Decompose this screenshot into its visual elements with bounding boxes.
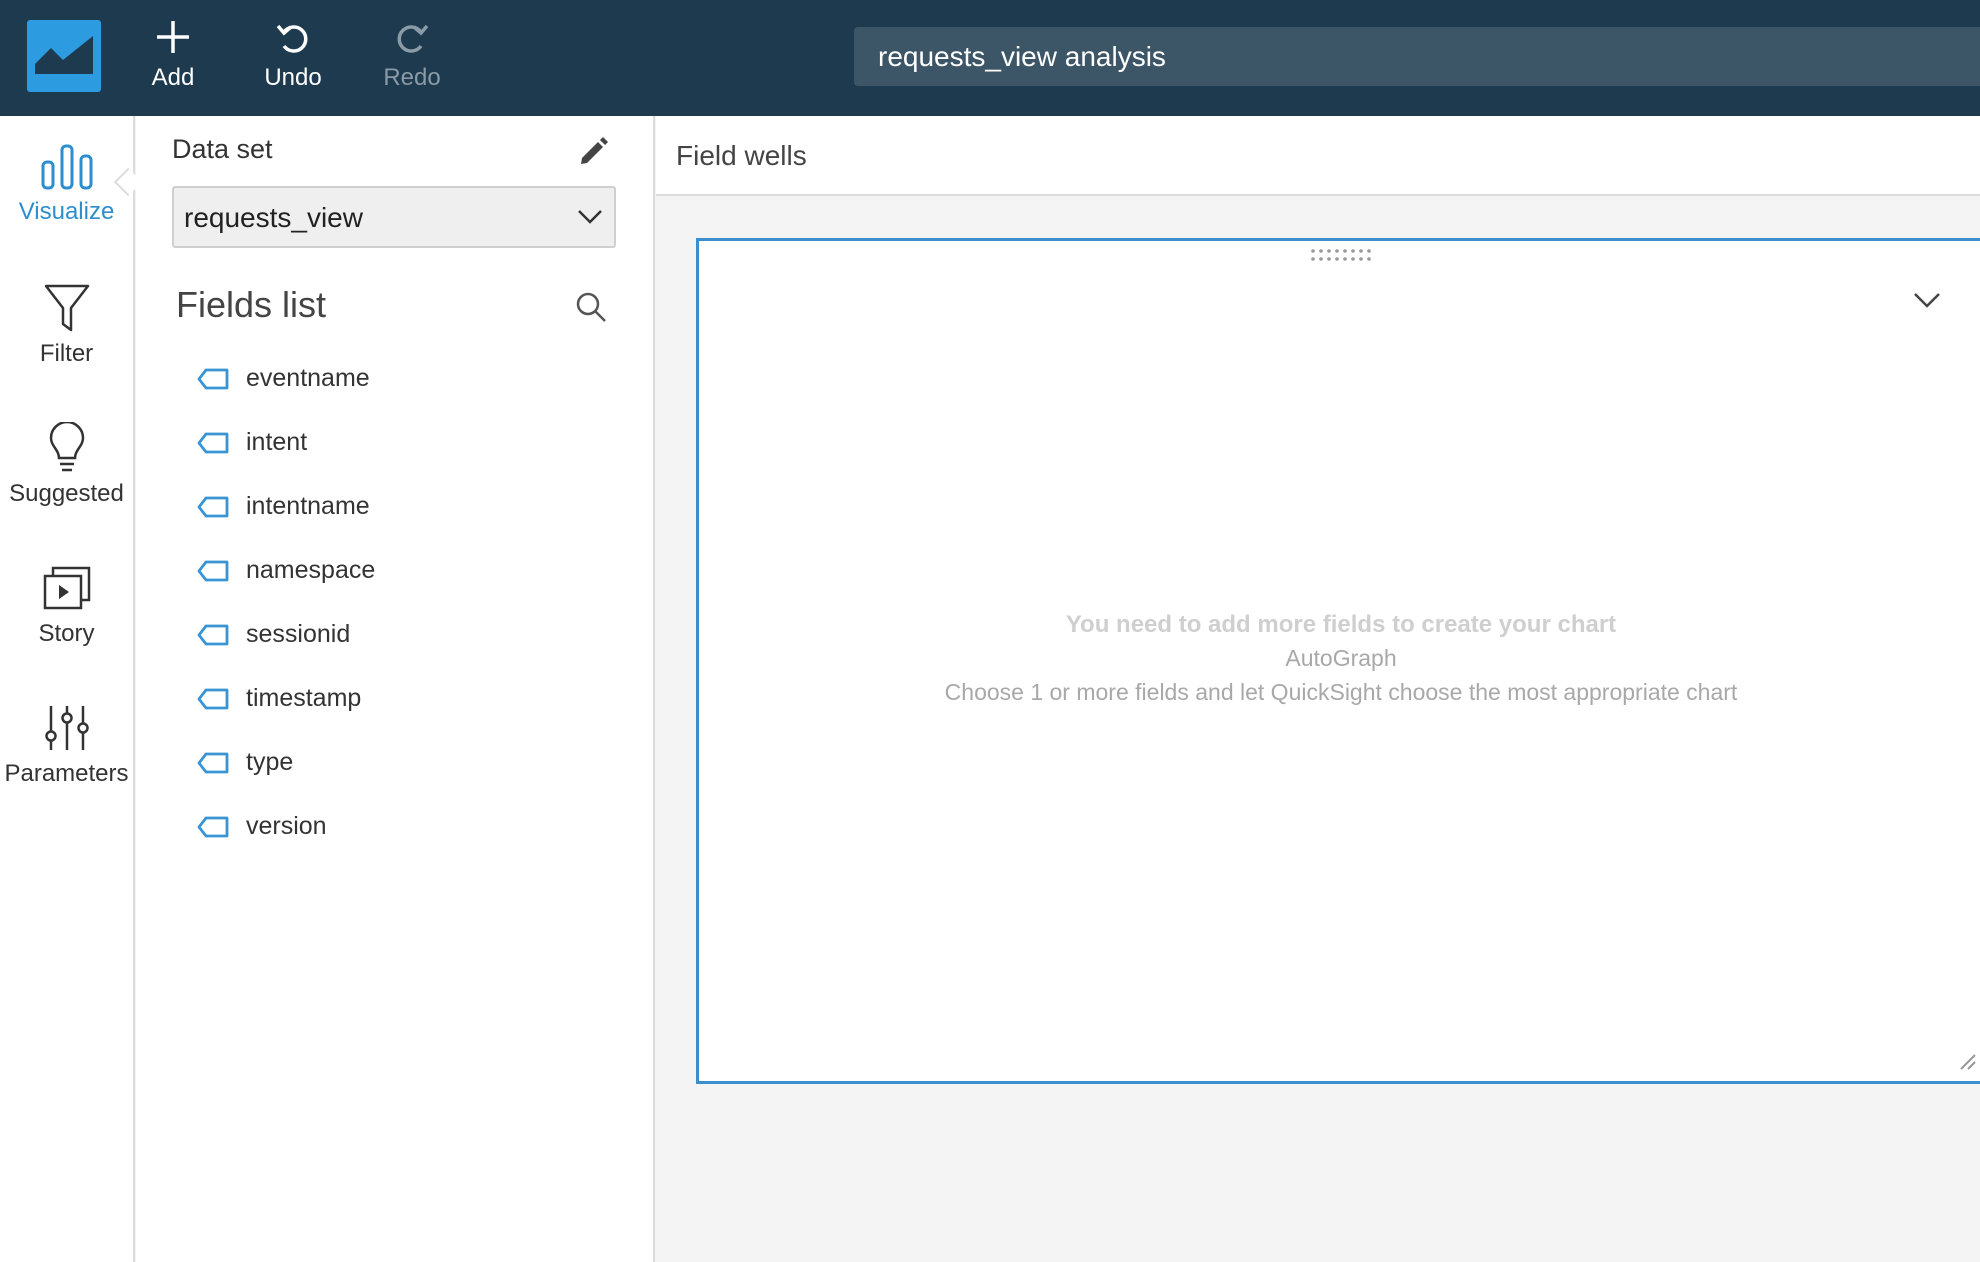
- field-item-namespace[interactable]: namespace: [196, 540, 616, 604]
- search-icon[interactable]: [574, 290, 608, 324]
- visual-card[interactable]: You need to add more fields to create yo…: [696, 238, 1980, 1084]
- empty-visual-description: Choose 1 or more fields and let QuickSig…: [944, 679, 1738, 705]
- story-icon: [43, 566, 90, 610]
- dataset-selected-value: requests_view: [184, 202, 363, 233]
- field-name: intent: [246, 428, 308, 456]
- fields-list-title: Fields list: [176, 284, 327, 325]
- nav-label-parameters: Parameters: [4, 760, 129, 787]
- dimension-tag-icon: [197, 368, 229, 390]
- left-navigation: Visualize Filter Suggested Story Paramet…: [0, 116, 143, 1262]
- dimension-tag-icon: [197, 688, 229, 710]
- dimension-tag-icon: [197, 624, 229, 646]
- nav-item-suggested[interactable]: Suggested: [0, 422, 133, 542]
- nav-item-parameters[interactable]: Parameters: [0, 702, 133, 822]
- dimension-tag-icon: [197, 496, 229, 518]
- undo-icon: [276, 24, 308, 53]
- add-button[interactable]: Add: [128, 18, 218, 98]
- nav-item-filter[interactable]: Filter: [0, 282, 133, 402]
- nav-item-visualize[interactable]: Visualize: [0, 140, 133, 260]
- field-name: eventname: [246, 364, 370, 392]
- add-label: Add: [151, 64, 195, 91]
- dataset-label: Data set: [172, 134, 273, 164]
- undo-label: Undo: [264, 64, 322, 91]
- field-name: timestamp: [246, 684, 362, 712]
- dataset-select[interactable]: requests_view: [172, 186, 616, 248]
- field-name: sessionid: [246, 620, 351, 648]
- chevron-down-icon: [578, 210, 602, 224]
- field-name: version: [246, 812, 327, 840]
- field-name: type: [246, 748, 294, 776]
- top-toolbar: Add Undo Redo requests_view analysis: [0, 0, 1980, 116]
- redo-button[interactable]: Redo: [367, 18, 457, 98]
- dimension-tag-icon: [197, 432, 229, 454]
- field-item-timestamp[interactable]: timestamp: [196, 668, 616, 732]
- analysis-title-field[interactable]: requests_view analysis: [854, 27, 1980, 86]
- lightbulb-icon: [49, 422, 84, 472]
- plus-icon: [157, 21, 189, 53]
- pencil-icon[interactable]: [576, 134, 610, 168]
- redo-icon: [397, 24, 429, 53]
- resize-handle-icon[interactable]: [1957, 1051, 1977, 1071]
- field-item-intent[interactable]: intent: [196, 412, 616, 476]
- dimension-tag-icon: [197, 816, 229, 838]
- field-item-version[interactable]: version: [196, 796, 616, 860]
- nav-label-story: Story: [38, 620, 95, 647]
- nav-label-visualize: Visualize: [18, 198, 115, 225]
- redo-label: Redo: [383, 64, 441, 91]
- field-item-sessionid[interactable]: sessionid: [196, 604, 616, 668]
- field-wells-label: Field wells: [676, 140, 807, 171]
- field-item-eventname[interactable]: eventname: [196, 348, 616, 412]
- data-panel: Data set requests_view Fields list event…: [136, 116, 655, 1262]
- field-item-type[interactable]: type: [196, 732, 616, 796]
- nav-label-suggested: Suggested: [9, 480, 124, 507]
- nav-label-filter: Filter: [39, 340, 94, 367]
- dimension-tag-icon: [197, 560, 229, 582]
- filter-icon: [44, 284, 89, 332]
- nav-item-story[interactable]: Story: [0, 562, 133, 682]
- dimension-tag-icon: [197, 752, 229, 774]
- analysis-canvas: Field wells You need to add more fields …: [656, 116, 1980, 1262]
- field-name: namespace: [246, 556, 376, 584]
- drag-handle-icon[interactable]: [1309, 247, 1373, 263]
- field-item-intentname[interactable]: intentname: [196, 476, 616, 540]
- sliders-icon: [44, 706, 89, 750]
- chevron-down-icon[interactable]: [1907, 285, 1947, 315]
- empty-visual-title: You need to add more fields to create yo…: [1065, 611, 1617, 638]
- undo-button[interactable]: Undo: [248, 18, 338, 98]
- field-wells-bar[interactable]: Field wells: [656, 116, 1980, 196]
- autograph-label: AutoGraph: [1285, 645, 1397, 671]
- fields-list: eventname intent intentname namespace se…: [196, 348, 616, 860]
- bar-chart-icon: [41, 144, 92, 190]
- quicksight-logo-icon[interactable]: [27, 20, 101, 92]
- field-name: intentname: [246, 492, 370, 520]
